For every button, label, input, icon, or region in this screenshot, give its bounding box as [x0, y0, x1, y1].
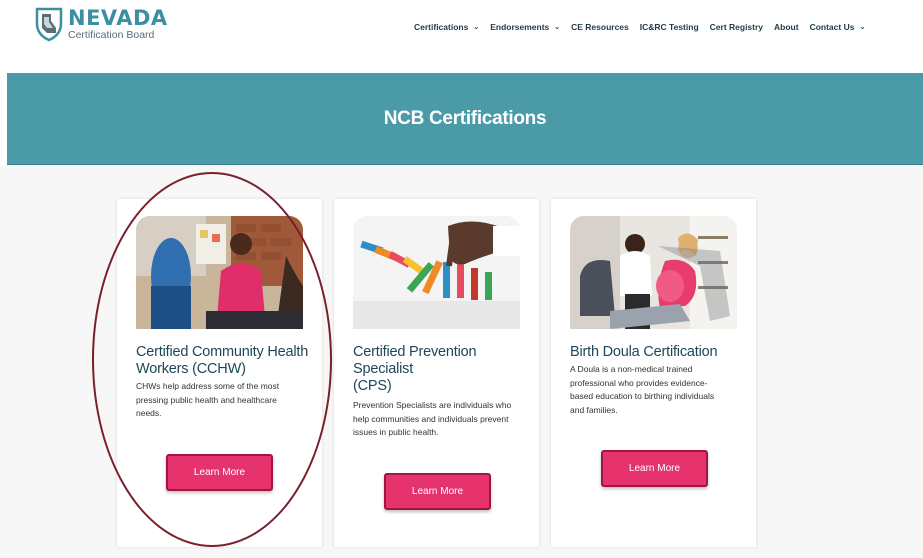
site-header: NEVADA Certification Board Certification…	[0, 0, 923, 60]
nav-label: IC&RC Testing	[639, 22, 699, 32]
cps-card-description: Prevention Specialists are individuals w…	[353, 400, 512, 437]
main-nav: Certifications ⌄ Endorsements ⌄ CE Resou…	[414, 22, 876, 32]
doula-card-title: Birth Doula Certification	[570, 344, 718, 360]
doula-photo	[570, 216, 737, 329]
doula-card-description: A Doula is a non-medical trained profess…	[570, 364, 715, 415]
nav-cert-registry[interactable]: Cert Registry	[710, 22, 763, 32]
page-title: NCB Certifications	[383, 107, 547, 129]
logo-wordmark: NEVADA	[68, 5, 168, 30]
nav-endorsements[interactable]: Endorsements ⌄	[490, 22, 560, 32]
logo-subtitle: Certification Board	[68, 28, 155, 41]
doula-card: Birth Doula Certification A Doula is a n…	[551, 199, 756, 547]
nevada-shield-icon	[35, 7, 63, 42]
nav-about[interactable]: About	[774, 22, 799, 32]
cps-photo	[353, 216, 520, 329]
nav-label: Contact Us	[809, 22, 855, 32]
cps-title-line: Specialist	[353, 361, 414, 377]
nav-contact-us[interactable]: Contact Us ⌄	[810, 22, 866, 32]
cps-card-title: Certified Prevention Specialist (CPS)	[353, 344, 535, 395]
nav-label: Cert Registry	[709, 22, 764, 32]
nav-label: About	[774, 22, 799, 32]
nav-label: Certifications	[414, 22, 469, 32]
chevron-down-icon: ⌄	[554, 24, 561, 31]
cchw-card-title: Certified Community Health Workers (CCHW…	[136, 344, 309, 377]
cps-card: Certified Prevention Specialist (CPS) Pr…	[334, 199, 539, 547]
nav-label: Endorsements	[490, 22, 550, 32]
nav-label: CE Resources	[571, 22, 629, 32]
cchw-card-description: CHWs help address some of the most press…	[136, 381, 280, 418]
cchw-card: Certified Community Health Workers (CCHW…	[117, 199, 322, 547]
chevron-down-icon: ⌄	[859, 24, 866, 31]
cps-learn-more-button[interactable]: Learn More	[384, 473, 491, 510]
chevron-down-icon: ⌄	[473, 24, 480, 31]
cchw-learn-more-button[interactable]: Learn More	[166, 454, 273, 491]
nav-ce-resources[interactable]: CE Resources	[571, 22, 629, 32]
cchw-photo	[136, 216, 303, 329]
site-logo[interactable]: NEVADA Certification Board	[34, 6, 168, 42]
cps-title-line: Certified Prevention	[353, 344, 477, 360]
cps-title-line: (CPS)	[353, 378, 392, 394]
doula-learn-more-button[interactable]: Learn More	[601, 450, 708, 487]
nav-certifications[interactable]: Certifications ⌄	[414, 22, 479, 32]
nav-icrc-testing[interactable]: IC&RC Testing	[640, 22, 699, 32]
hero-banner: NCB Certifications	[7, 73, 923, 165]
